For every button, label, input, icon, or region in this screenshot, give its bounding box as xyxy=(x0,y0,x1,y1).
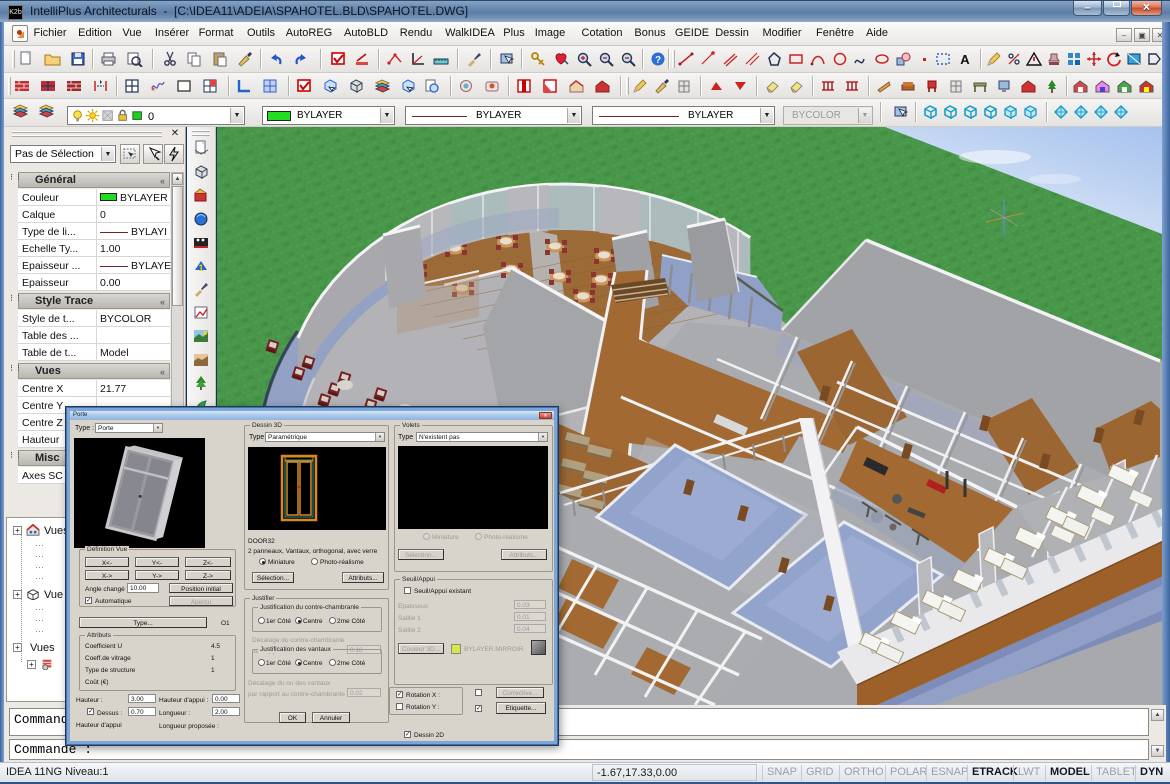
svg-text:1: 1 xyxy=(198,263,203,273)
svg-text:0: 0 xyxy=(148,111,154,123)
svg-text:A: A xyxy=(960,52,970,67)
svg-text:?: ? xyxy=(655,55,661,66)
